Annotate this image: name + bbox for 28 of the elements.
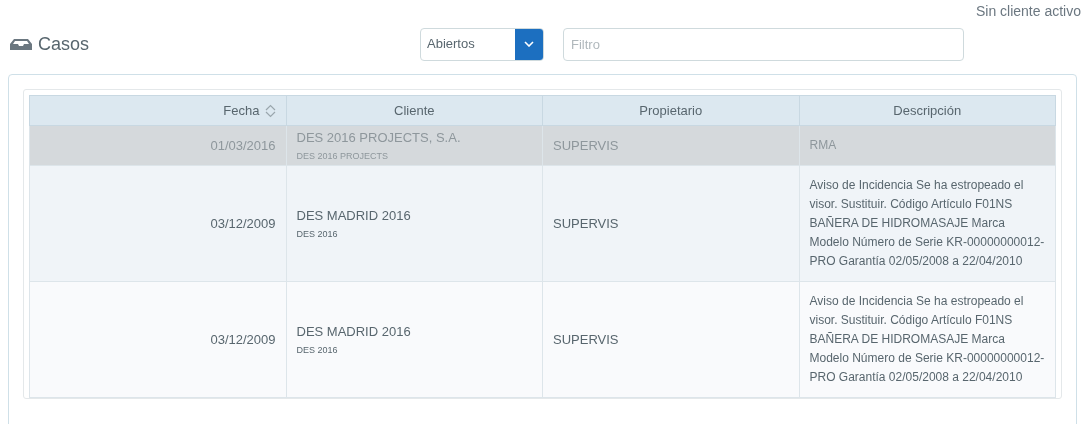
- sort-icon: [264, 104, 276, 119]
- client-name: DES 2016 PROJECTS, S.A.: [296, 128, 462, 147]
- filter-field[interactable]: Filtro: [563, 27, 964, 61]
- owner-cell: SUPERVIS: [553, 137, 619, 153]
- description-cell: Aviso de Incidencia Se ha estropeado el visor. Sustituir. Código Artículo F01NS BAÑERA DE HIDROMASAJE Marca Modelo Número de Serie KR-00000000012-PRO Garantía 02/05/2008 a 22/04/2010: [809, 294, 1045, 384]
- column-header: Descripción: [799, 95, 1056, 126]
- date-cell: 01/03/2016: [210, 137, 276, 153]
- description-cell: RMA: [809, 138, 837, 152]
- column-header[interactable]: Fecha: [29, 95, 286, 126]
- column-header: Propietario: [542, 95, 799, 126]
- date-cell: 03/12/2009: [210, 331, 276, 347]
- page-title: Casos: [38, 32, 90, 56]
- client-short-name: DES 2016: [296, 343, 339, 357]
- inbox-icon: [10, 38, 32, 50]
- owner-cell: SUPERVIS: [553, 331, 619, 347]
- owner-cell: SUPERVIS: [553, 215, 619, 231]
- table-row[interactable]: [29, 281, 1056, 398]
- date-cell: 03/12/2009: [210, 215, 276, 231]
- column-header: Cliente: [286, 95, 543, 126]
- client-status: Sin cliente activo: [975, 2, 1081, 21]
- chevron-down-icon: [524, 41, 534, 47]
- description-cell: Aviso de Incidencia Se ha estropeado el visor. Sustituir. Código Artículo F01NS BAÑERA DE HIDROMASAJE Marca Modelo Número de Serie KR-00000000012-PRO Garantía 02/05/2008 a 22/04/2010: [809, 178, 1045, 268]
- table-row[interactable]: [29, 165, 1056, 282]
- client-name: DES MADRID 2016: [296, 206, 412, 225]
- client-short-name: DES 2016 PROJECTS: [296, 149, 390, 163]
- status-select[interactable]: Abiertos: [420, 27, 544, 61]
- client-short-name: DES 2016: [296, 227, 339, 241]
- client-name: DES MADRID 2016: [296, 322, 412, 341]
